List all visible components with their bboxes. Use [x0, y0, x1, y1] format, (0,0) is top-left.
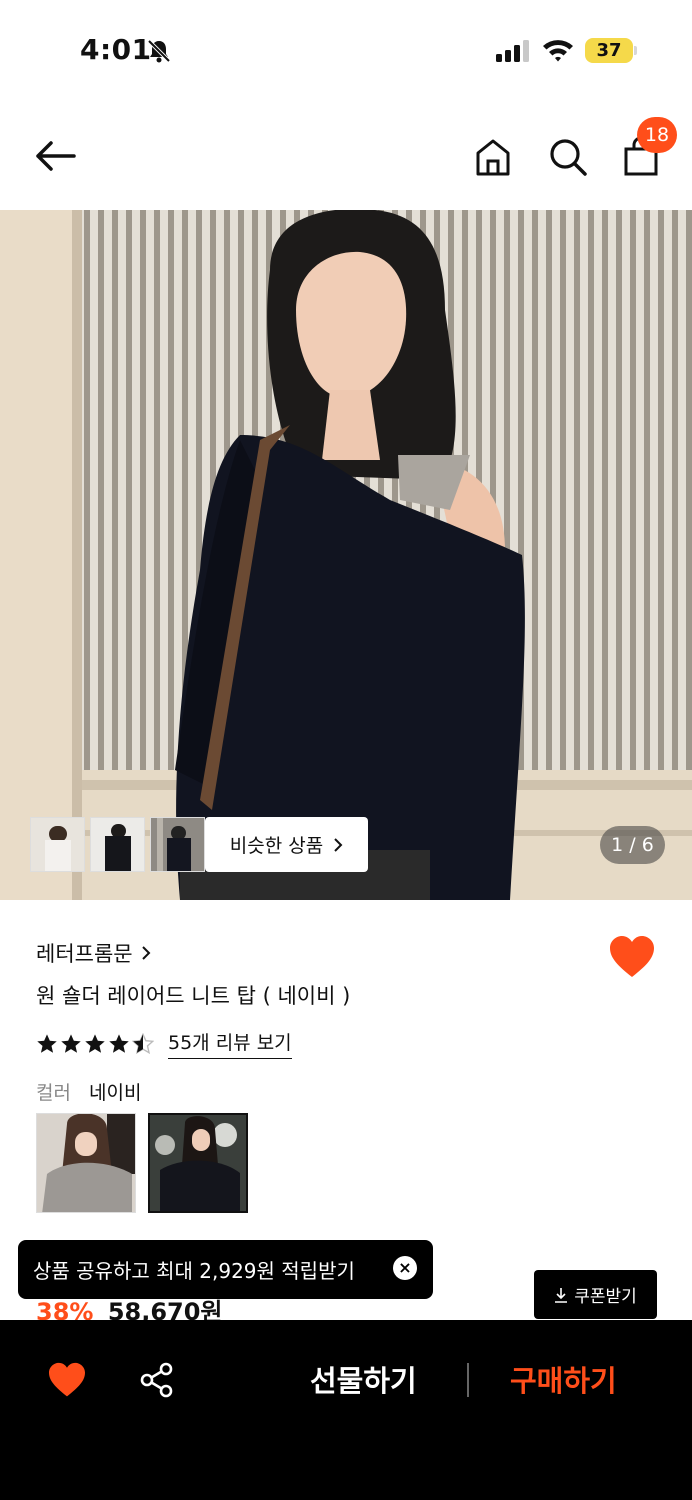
gallery-thumbnail[interactable]: [30, 817, 85, 872]
battery-indicator: 37: [585, 38, 633, 63]
status-bar: 4:01 37: [0, 0, 692, 100]
similar-products-button[interactable]: 비슷한 상품: [205, 817, 368, 872]
search-icon[interactable]: [548, 137, 588, 177]
similar-products-label: 비슷한 상품: [229, 835, 324, 857]
wifi-icon: [543, 40, 573, 62]
gift-button[interactable]: 선물하기: [310, 1358, 417, 1400]
star-icon: [61, 1033, 81, 1053]
close-icon[interactable]: ×: [393, 1256, 417, 1280]
cart-count-badge: 18: [637, 117, 677, 153]
star-icon: [85, 1033, 105, 1053]
star-rating: [36, 1032, 154, 1055]
product-title: 원 숄더 레이어드 니트 탑 ( 네이비 ): [36, 984, 351, 1008]
home-icon[interactable]: [474, 137, 512, 177]
signal-icon: [496, 40, 529, 62]
product-photo: [0, 210, 692, 900]
chevron-right-icon: [334, 837, 343, 852]
rating-row: 55개 리뷰 보기: [36, 1028, 292, 1059]
star-half-icon: [132, 1032, 154, 1054]
divider: [467, 1363, 469, 1397]
heart-icon[interactable]: [47, 1362, 87, 1398]
color-option-gray[interactable]: [36, 1113, 136, 1213]
download-icon: [555, 1287, 568, 1303]
color-option-navy[interactable]: [148, 1113, 248, 1213]
star-icon: [37, 1033, 57, 1053]
buy-button[interactable]: 구매하기: [510, 1358, 617, 1400]
color-selector-label: 컬러 네이비: [36, 1078, 141, 1105]
share-icon[interactable]: [139, 1362, 175, 1398]
brand-link[interactable]: 레터프롬문: [36, 938, 151, 968]
battery-cap: [634, 46, 637, 55]
back-arrow-icon[interactable]: [34, 138, 76, 174]
bottom-action-bar: 선물하기 구매하기: [0, 1320, 692, 1500]
gallery-page-indicator: 1 / 6: [600, 826, 665, 864]
toast-text: 상품 공유하고 최대 2,929원 적립받기: [33, 1259, 355, 1283]
color-label: 컬러: [36, 1082, 71, 1104]
brand-name: 레터프롬문: [36, 942, 133, 966]
reviews-link[interactable]: 55개 리뷰 보기: [168, 1028, 292, 1059]
coupon-button[interactable]: 쿠폰받기: [534, 1270, 657, 1319]
top-navigation: 18: [0, 100, 692, 210]
chevron-right-icon: [141, 946, 151, 960]
product-image-gallery[interactable]: 비슷한 상품 1 / 6: [0, 210, 692, 900]
heart-icon[interactable]: [608, 935, 656, 979]
selected-color: 네이비: [89, 1082, 142, 1104]
bell-mute-icon: [147, 39, 171, 63]
battery-level: 37: [596, 40, 622, 61]
share-reward-toast: 상품 공유하고 최대 2,929원 적립받기: [18, 1240, 433, 1299]
gallery-thumbnail[interactable]: [90, 817, 145, 872]
gallery-thumbnail[interactable]: [150, 817, 205, 872]
star-icon: [109, 1033, 129, 1053]
status-time: 4:01: [80, 33, 152, 66]
coupon-label: 쿠폰받기: [574, 1287, 637, 1307]
